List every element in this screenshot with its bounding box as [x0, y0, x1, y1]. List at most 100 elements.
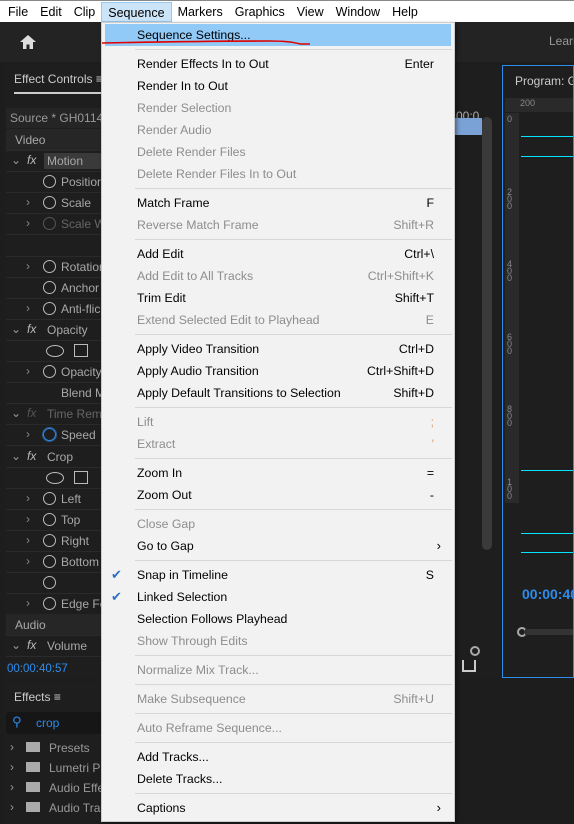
menu-item-add-edit-to-all-tracks[interactable]: Add Edit to All Tracks Ctrl+Shift+K: [105, 265, 451, 287]
menu-item-normalize-mix-track[interactable]: Normalize Mix Track...: [105, 659, 451, 681]
ec-row-prop[interactable]: Position: [6, 171, 104, 194]
effects-tab-label[interactable]: Effects: [14, 690, 50, 704]
chevron-down-icon[interactable]: ⌄: [11, 449, 21, 463]
stopwatch-icon[interactable]: [43, 175, 56, 189]
menu-item-lift[interactable]: Lift;: [105, 411, 451, 433]
stopwatch-icon[interactable]: [43, 301, 56, 315]
ec-scrollbar[interactable]: [482, 117, 492, 550]
panel-menu-icon[interactable]: ≡: [54, 690, 61, 704]
chevron-right-icon[interactable]: ›: [26, 533, 30, 547]
search-input[interactable]: crop: [36, 716, 59, 730]
menu-item-render-audio[interactable]: Render Audio: [105, 119, 451, 141]
ec-row-masks[interactable]: [6, 340, 102, 362]
stopwatch-icon[interactable]: [43, 597, 56, 611]
effects-folder[interactable]: › Presets: [4, 738, 102, 758]
stopwatch-icon[interactable]: [43, 280, 56, 294]
chevron-right-icon[interactable]: ›: [26, 554, 30, 568]
menu-item-render-in-to-out[interactable]: Render In to Out: [105, 75, 451, 97]
menu-item-apply-video-transition[interactable]: Apply Video Transition Ctrl+D: [105, 338, 451, 360]
chevron-right-icon[interactable]: ›: [10, 800, 14, 814]
fx-icon[interactable]: fx: [27, 322, 36, 336]
menu-item-add-edit[interactable]: Add Edit Ctrl+\: [105, 243, 451, 265]
menu-markers[interactable]: Markers: [172, 2, 229, 22]
ec-row-prop[interactable]: › Edge Feather: [6, 593, 134, 616]
chevron-right-icon[interactable]: ›: [26, 195, 30, 209]
menu-item-delete-tracks[interactable]: Delete Tracks...: [105, 768, 451, 790]
effects-search[interactable]: ⚲ crop: [6, 712, 102, 734]
chevron-down-icon[interactable]: ⌄: [11, 322, 21, 336]
fx-icon[interactable]: fx: [27, 449, 36, 463]
ec-row-prop[interactable]: › Scale Width: [6, 213, 125, 236]
ec-row-prop[interactable]: › Scale: [6, 192, 102, 215]
ec-row-prop[interactable]: Anchor Point: [6, 277, 130, 299]
menu-file[interactable]: File: [2, 2, 34, 22]
menu-sequence[interactable]: Sequence: [101, 1, 172, 22]
menu-edit[interactable]: Edit: [34, 2, 68, 22]
ec-row-prop[interactable]: › Bottom: [6, 551, 102, 573]
chevron-right-icon[interactable]: ›: [26, 259, 30, 273]
menu-item-render-selection[interactable]: Render Selection: [105, 97, 451, 119]
menu-item-captions[interactable]: Captions ›: [105, 797, 451, 819]
stopwatch-icon[interactable]: [42, 427, 57, 443]
effects-folder[interactable]: › Lumetri Presets: [4, 758, 102, 778]
menu-item-close-gap[interactable]: Close Gap: [105, 513, 451, 535]
chevron-right-icon[interactable]: ›: [10, 760, 14, 774]
ec-row-fx[interactable]: ⌄ fx Volume: [6, 635, 102, 658]
menu-item-extract[interactable]: Extract ': [105, 433, 451, 455]
stopwatch-icon[interactable]: [43, 491, 56, 505]
scrub-bar[interactable]: [525, 629, 573, 635]
chevron-right-icon[interactable]: ›: [26, 364, 30, 378]
menu-item-add-tracks[interactable]: Add Tracks...: [105, 746, 451, 768]
chevron-right-icon[interactable]: ›: [26, 427, 30, 441]
rectangle-mask-icon[interactable]: [74, 470, 88, 484]
menu-item-selection-follows-playhead[interactable]: Selection Follows Playhead: [105, 608, 451, 630]
panel-tab-effect-controls[interactable]: Effect Controls ≡: [14, 72, 103, 94]
export-frame-icon[interactable]: [462, 660, 476, 672]
fx-icon[interactable]: fx: [27, 153, 36, 167]
ec-row-prop[interactable]: [6, 572, 102, 595]
menu-item-apply-default-transitions-to-selection[interactable]: Apply Default Transitions to Selection Sh…: [105, 382, 451, 404]
ec-row-prop[interactable]: › Rotation: [6, 256, 106, 278]
stopwatch-icon[interactable]: [43, 365, 56, 379]
menu-item-match-frame[interactable]: Match Frame F: [105, 192, 451, 214]
menu-item-make-subsequence[interactable]: Make Subsequence Shift+U: [105, 688, 451, 710]
stopwatch-icon[interactable]: [43, 555, 56, 568]
stopwatch-icon[interactable]: [43, 533, 56, 547]
ec-row-masks[interactable]: [6, 467, 102, 489]
menu-view[interactable]: View: [291, 2, 330, 22]
fx-icon[interactable]: fx: [27, 406, 36, 420]
menu-window[interactable]: Window: [330, 2, 386, 22]
ec-row-prop[interactable]: › Anti-flicker: [6, 298, 117, 320]
menu-item-reverse-match-frame[interactable]: Reverse Match Frame Shift+R: [105, 214, 451, 236]
ec-row-fx[interactable]: ⌄ fx Crop: [6, 446, 102, 468]
ec-row-prop[interactable]: › Top: [6, 509, 102, 531]
ec-row-fx[interactable]: ⌄ fx Opacity: [6, 319, 102, 341]
stopwatch-icon[interactable]: [43, 576, 56, 590]
ec-row-prop[interactable]: › Right: [6, 530, 102, 552]
menu-help[interactable]: Help: [386, 2, 424, 22]
home-icon[interactable]: [19, 33, 37, 51]
stopwatch-icon[interactable]: [43, 217, 56, 231]
ellipse-mask-icon[interactable]: [46, 345, 64, 357]
chevron-right-icon[interactable]: ›: [10, 780, 14, 794]
chevron-right-icon[interactable]: ›: [26, 491, 30, 505]
chevron-right-icon[interactable]: ›: [26, 512, 30, 526]
effects-folder[interactable]: › Audio Transitions: [4, 798, 102, 818]
menu-item-delete-render-files[interactable]: Delete Render Files: [105, 141, 451, 163]
stopwatch-icon[interactable]: [43, 259, 56, 273]
chevron-right-icon[interactable]: ›: [26, 301, 30, 315]
menu-clip[interactable]: Clip: [68, 2, 102, 22]
menu-item-render-effects-in-to-out[interactable]: Render Effects In to Out Enter: [105, 53, 451, 75]
effects-folder[interactable]: › Audio Effects: [4, 778, 102, 798]
ec-row-section[interactable]: Audio: [6, 614, 102, 637]
learn-tab[interactable]: Learn: [549, 34, 574, 48]
menu-item-zoom-out[interactable]: Zoom Out -: [105, 484, 451, 506]
menu-item-show-through-edits[interactable]: Show Through Edits: [105, 630, 451, 652]
chevron-right-icon[interactable]: ›: [26, 216, 30, 230]
chevron-right-icon[interactable]: ›: [26, 596, 30, 610]
menu-item-linked-selection[interactable]: ✔ Linked Selection: [105, 586, 451, 608]
menu-item-apply-audio-transition[interactable]: Apply Audio Transition Ctrl+Shift+D: [105, 360, 451, 382]
menu-graphics[interactable]: Graphics: [229, 2, 291, 22]
chevron-down-icon[interactable]: ⌄: [11, 153, 21, 167]
ellipse-mask-icon[interactable]: [46, 471, 64, 484]
